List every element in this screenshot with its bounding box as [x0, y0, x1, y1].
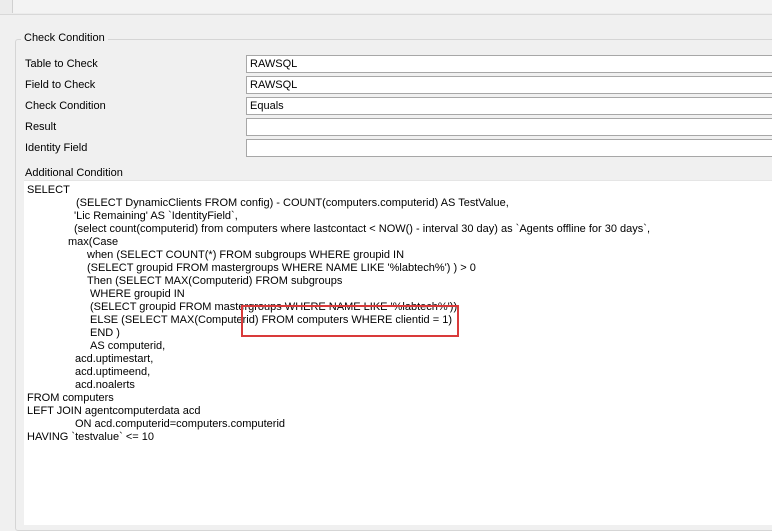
sql-line: acd.noalerts — [75, 379, 135, 391]
sql-line: AS computerid, — [90, 340, 166, 352]
sql-line: (select count(computerid) from computers… — [74, 223, 650, 235]
check-condition-label: Check Condition — [25, 100, 106, 112]
top-toolbar-strip — [0, 0, 772, 15]
identity-field-field[interactable] — [246, 139, 772, 157]
field-to-check-label: Field to Check — [25, 79, 96, 91]
additional-condition-label: Additional Condition — [25, 167, 123, 179]
sql-line: ON acd.computerid=computers.computerid — [75, 418, 286, 430]
check-condition-field[interactable]: Equals — [246, 97, 772, 115]
sql-line: Then (SELECT MAX(Computerid) FROM subgro… — [87, 275, 343, 287]
sql-line: max(Case — [68, 236, 119, 248]
sql-line: acd.uptimeend, — [75, 366, 151, 378]
result-field[interactable] — [246, 118, 772, 136]
table-to-check-field[interactable]: RAWSQL — [246, 55, 772, 73]
sql-line: FROM computers — [27, 392, 114, 404]
sql-line: acd.uptimestart, — [75, 353, 154, 365]
top-toolbar-inner — [12, 0, 772, 13]
highlight-annotation-box — [241, 305, 459, 337]
sql-line: END ) — [90, 327, 120, 339]
sql-line: HAVING `testvalue` <= 10 — [27, 431, 154, 443]
sql-line: (SELECT groupid FROM mastergroups WHERE … — [87, 262, 476, 274]
sql-line: SELECT — [27, 184, 70, 196]
sql-line: WHERE groupid IN — [90, 288, 185, 300]
sql-line: when (SELECT COUNT(*) FROM subgroups WHE… — [87, 249, 405, 261]
sql-line: (SELECT DynamicClients FROM config) - CO… — [76, 197, 509, 209]
sql-line: 'Lic Remaining' AS `IdentityField`, — [74, 210, 238, 222]
group-title: Check Condition — [21, 32, 108, 44]
identity-field-label: Identity Field — [25, 142, 88, 154]
field-to-check-field[interactable]: RAWSQL — [246, 76, 772, 94]
sql-line: LEFT JOIN agentcomputerdata acd — [27, 405, 201, 417]
table-to-check-label: Table to Check — [25, 58, 98, 70]
result-label: Result — [25, 121, 57, 133]
additional-condition-textarea[interactable]: SELECT (SELECT DynamicClients FROM confi… — [24, 180, 772, 525]
